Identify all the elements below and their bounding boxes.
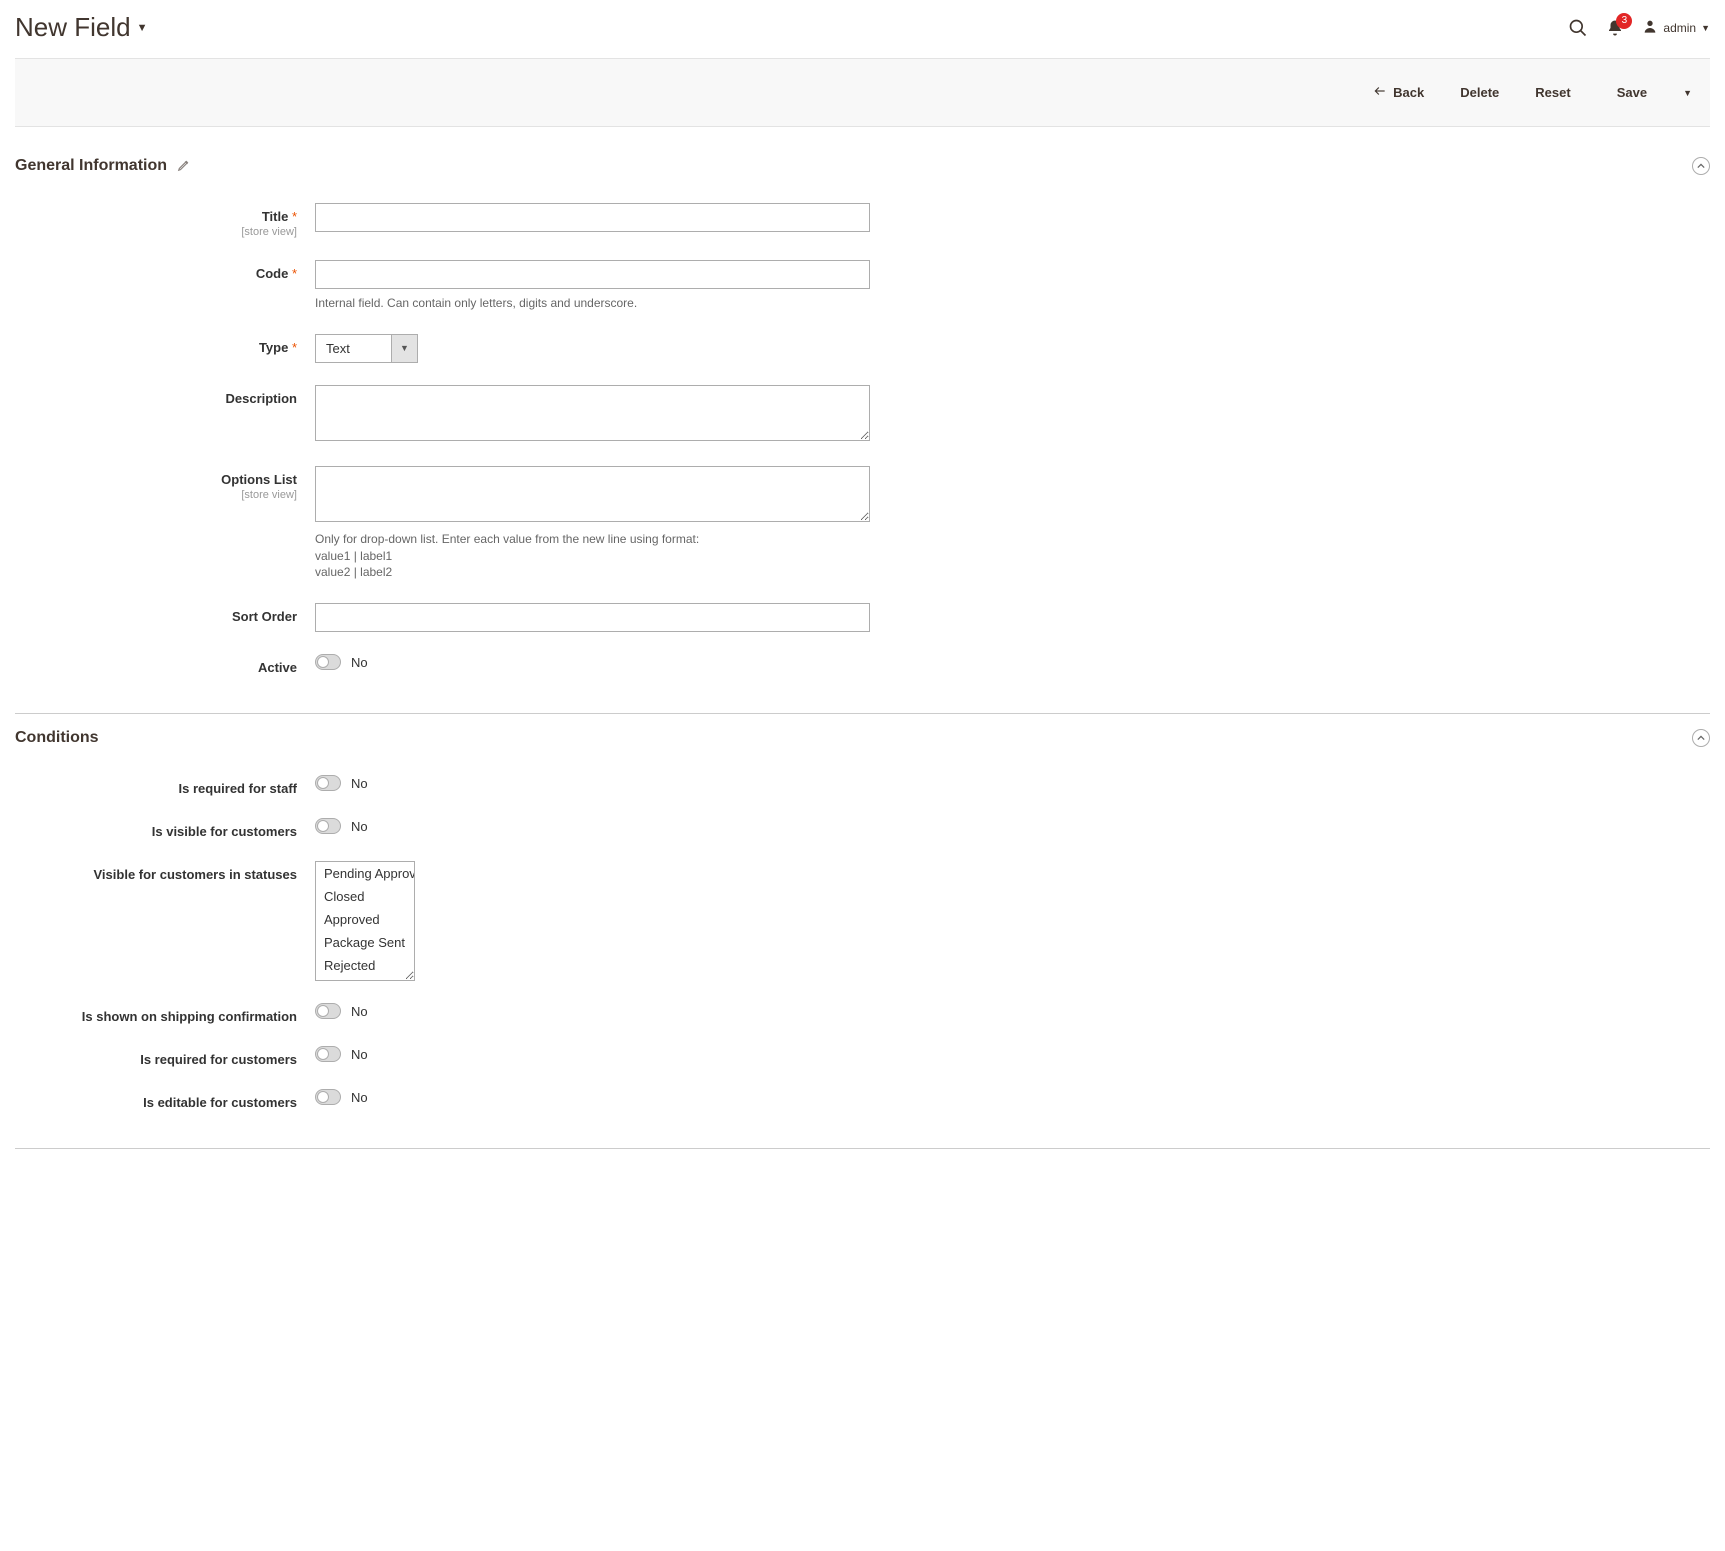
active-value: No bbox=[351, 655, 368, 670]
required-customers-toggle[interactable] bbox=[315, 1046, 341, 1062]
notification-badge: 3 bbox=[1616, 13, 1632, 29]
header-icons: 3 admin ▼ bbox=[1568, 18, 1710, 38]
field-row-options-list: Options List [store view] Only for drop-… bbox=[15, 466, 1710, 581]
section-header-general[interactable]: General Information bbox=[15, 157, 1710, 183]
field-row-type: Type Text ▼ bbox=[15, 334, 1710, 363]
label-description: Description bbox=[225, 391, 297, 406]
type-select[interactable]: Text ▼ bbox=[315, 334, 418, 363]
label-visible-customers: Is visible for customers bbox=[152, 824, 297, 839]
field-row-shown-shipping: Is shown on shipping confirmation No bbox=[15, 1003, 1710, 1024]
field-row-editable-customers: Is editable for customers No bbox=[15, 1089, 1710, 1110]
field-row-visible-statuses: Visible for customers in statuses Pendin… bbox=[15, 861, 1710, 981]
save-dropdown-button[interactable]: ▼ bbox=[1665, 75, 1710, 110]
caret-down-icon: ▼ bbox=[1683, 88, 1692, 98]
field-row-title: Title [store view] bbox=[15, 203, 1710, 238]
shown-shipping-toggle[interactable] bbox=[315, 1003, 341, 1019]
required-staff-value: No bbox=[351, 776, 368, 791]
reset-button[interactable]: Reset bbox=[1517, 75, 1588, 110]
section-body-conditions: Is required for staff No Is visible for … bbox=[15, 755, 1710, 1138]
scope-options-list: [store view] bbox=[15, 489, 297, 501]
hint-code: Internal field. Can contain only letters… bbox=[315, 295, 870, 312]
action-toolbar: Back Delete Reset Save ▼ bbox=[15, 58, 1710, 127]
back-label: Back bbox=[1393, 85, 1424, 100]
section-title: General Information bbox=[15, 157, 167, 175]
save-button[interactable]: Save bbox=[1599, 75, 1665, 110]
label-title: Title bbox=[262, 209, 297, 224]
back-button[interactable]: Back bbox=[1355, 74, 1442, 111]
required-staff-toggle[interactable] bbox=[315, 775, 341, 791]
admin-label: admin bbox=[1663, 21, 1696, 35]
shown-shipping-value: No bbox=[351, 1004, 368, 1019]
visible-customers-toggle[interactable] bbox=[315, 818, 341, 834]
label-code: Code bbox=[256, 266, 297, 281]
field-row-required-staff: Is required for staff No bbox=[15, 775, 1710, 796]
label-editable-customers: Is editable for customers bbox=[143, 1095, 297, 1110]
field-row-sort-order: Sort Order bbox=[15, 603, 1710, 632]
field-row-active: Active No bbox=[15, 654, 1710, 675]
section-header-conditions[interactable]: Conditions bbox=[15, 729, 1710, 755]
title-input[interactable] bbox=[315, 203, 870, 232]
label-shown-shipping: Is shown on shipping confirmation bbox=[82, 1009, 297, 1024]
collapse-icon[interactable] bbox=[1692, 157, 1710, 175]
label-required-staff: Is required for staff bbox=[179, 781, 297, 796]
label-active: Active bbox=[258, 660, 297, 675]
field-row-code: Code Internal field. Can contain only le… bbox=[15, 260, 1710, 312]
collapse-icon[interactable] bbox=[1692, 729, 1710, 747]
visible-statuses-select[interactable]: Pending Approval Closed Approved Package… bbox=[315, 861, 415, 981]
status-option[interactable]: Closed bbox=[316, 885, 414, 908]
label-sort-order: Sort Order bbox=[232, 609, 297, 624]
field-row-visible-customers: Is visible for customers No bbox=[15, 818, 1710, 839]
status-option[interactable]: Package Sent bbox=[316, 931, 414, 954]
code-input[interactable] bbox=[315, 260, 870, 289]
hint-line: value2 | label2 bbox=[315, 564, 870, 581]
notifications-button[interactable]: 3 bbox=[1606, 19, 1624, 37]
status-option[interactable]: Approved bbox=[316, 908, 414, 931]
label-required-customers: Is required for customers bbox=[140, 1052, 297, 1067]
options-list-input[interactable] bbox=[315, 466, 870, 522]
admin-account-button[interactable]: admin ▼ bbox=[1642, 18, 1710, 37]
page-title[interactable]: New Field ▼ bbox=[15, 12, 147, 43]
section-conditions: Conditions Is required for staff No bbox=[15, 729, 1710, 1149]
type-select-value: Text bbox=[316, 335, 391, 362]
sort-order-input[interactable] bbox=[315, 603, 870, 632]
scope-title: [store view] bbox=[15, 226, 297, 238]
arrow-left-icon bbox=[1373, 84, 1387, 101]
save-button-group: Save ▼ bbox=[1599, 75, 1710, 110]
section-general-info: General Information Title [store view] bbox=[15, 157, 1710, 714]
caret-down-icon: ▼ bbox=[137, 22, 148, 34]
label-type: Type bbox=[259, 340, 297, 355]
required-customers-value: No bbox=[351, 1047, 368, 1062]
visible-customers-value: No bbox=[351, 819, 368, 834]
pencil-icon[interactable] bbox=[177, 158, 191, 175]
search-icon[interactable] bbox=[1568, 18, 1588, 38]
label-options-list: Options List bbox=[221, 472, 297, 487]
field-row-description: Description bbox=[15, 385, 1710, 444]
status-option[interactable]: Pending Approval bbox=[316, 862, 414, 885]
section-body-general: Title [store view] Code Internal field. … bbox=[15, 183, 1710, 703]
editable-customers-value: No bbox=[351, 1090, 368, 1105]
status-option[interactable]: Rejected bbox=[316, 954, 414, 977]
section-title: Conditions bbox=[15, 729, 99, 747]
page-title-text: New Field bbox=[15, 12, 131, 43]
hint-line: Only for drop-down list. Enter each valu… bbox=[315, 531, 870, 548]
user-icon bbox=[1642, 18, 1658, 37]
description-input[interactable] bbox=[315, 385, 870, 441]
hint-line: value1 | label1 bbox=[315, 548, 870, 565]
page-header: New Field ▼ 3 admin ▼ bbox=[15, 0, 1710, 58]
label-visible-statuses: Visible for customers in statuses bbox=[94, 867, 298, 882]
field-row-required-customers: Is required for customers No bbox=[15, 1046, 1710, 1067]
delete-button[interactable]: Delete bbox=[1442, 75, 1517, 110]
hint-options-list: Only for drop-down list. Enter each valu… bbox=[315, 531, 870, 581]
editable-customers-toggle[interactable] bbox=[315, 1089, 341, 1105]
caret-down-icon: ▼ bbox=[1701, 23, 1710, 33]
active-toggle[interactable] bbox=[315, 654, 341, 670]
caret-down-icon: ▼ bbox=[391, 335, 417, 362]
